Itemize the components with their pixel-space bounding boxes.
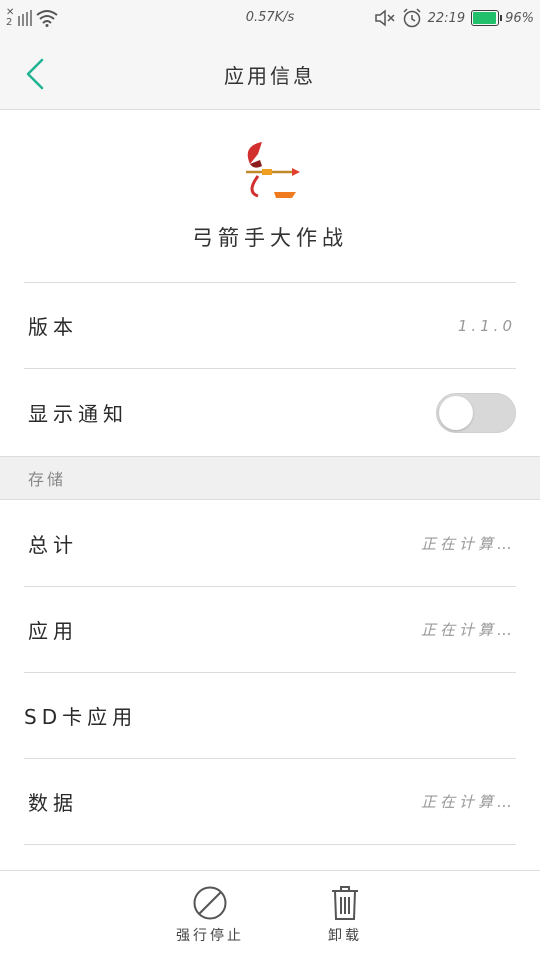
battery-level [473,12,497,24]
notification-toggle[interactable] [436,392,516,433]
app-header: 应用信息 [0,38,540,110]
version-row: 版本 1.1.0 [24,282,516,368]
storage-total-row: 总计 正在计算… [24,500,516,586]
storage-section-header: 存储 [0,456,540,500]
app-size-label: 应用 [28,619,78,643]
total-value: 正在计算… [420,534,516,553]
force-stop-label: 强行停止 [176,928,244,944]
status-bar: ✕ 2 0.57K/s 22:19 96% [0,0,540,38]
app-info: 弓箭手大作战 [0,110,540,282]
battery-icon [471,10,503,26]
toggle-knob [439,395,473,430]
storage-sd-row: SD卡应用 [24,672,516,758]
version-value: 1.1.0 [457,316,516,335]
app-size-value: 正在计算… [420,621,516,639]
version-label: 版本 [28,315,78,339]
total-label: 总计 [28,532,78,557]
data-value: 正在计算… [420,793,516,811]
list-divider [24,844,516,870]
storage-data-row: 数据 正在计算… [24,758,516,844]
force-stop-button[interactable]: 强行停止 [165,885,255,945]
alarm-icon [403,8,421,28]
data-label: 数据 [28,791,78,815]
trash-icon [332,886,358,920]
page-title: 应用信息 [224,64,316,88]
clock: 22:19 [427,10,466,26]
storage-section-label: 存储 [28,470,67,489]
bottom-action-bar: 强行停止 卸载 [0,870,540,960]
status-right: 22:19 96% [374,8,534,28]
app-name: 弓箭手大作战 [192,226,348,250]
mute-icon [374,9,395,27]
app-logo-icon [246,142,300,198]
notification-row: 显示通知 [24,368,516,456]
uninstall-button[interactable]: 卸载 [300,885,390,945]
battery-percent: 96% [505,10,534,26]
notification-label: 显示通知 [28,402,128,426]
uninstall-label: 卸载 [328,928,362,944]
prohibited-icon [193,886,227,920]
storage-app-row: 应用 正在计算… [24,586,516,672]
sd-app-label: SD卡应用 [24,705,138,729]
